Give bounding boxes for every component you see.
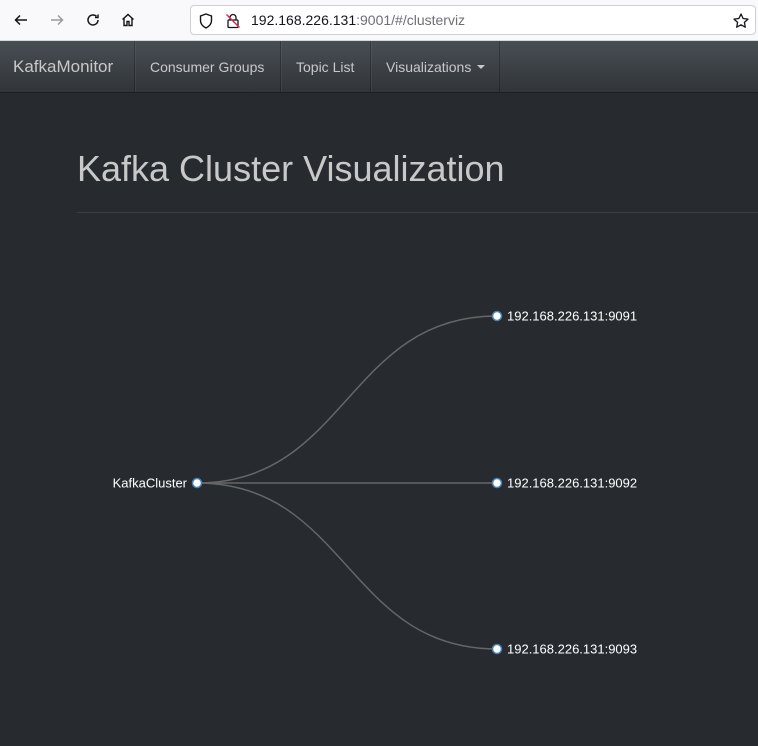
root-node-circle[interactable] <box>191 477 203 489</box>
url-path: :9001/#/clusterviz <box>356 12 466 28</box>
url-text[interactable]: 192.168.226.131:9001/#/clusterviz <box>251 12 465 28</box>
tree-node-broker-3[interactable]: 192.168.226.131:9093 <box>491 642 638 657</box>
nav-topic-list-label: Topic List <box>296 58 355 75</box>
back-button[interactable] <box>7 6 35 34</box>
nav-consumer-groups[interactable]: Consumer Groups <box>134 41 280 92</box>
broker-node-circle[interactable] <box>491 477 503 489</box>
home-button[interactable] <box>114 6 142 34</box>
reload-icon <box>87 14 99 26</box>
insecure-lock-icon[interactable] <box>224 12 242 30</box>
broker-node-circle[interactable] <box>491 310 503 322</box>
reload-button[interactable] <box>79 6 107 34</box>
tree-node-broker-2[interactable]: 192.168.226.131:9092 <box>491 476 638 491</box>
brand-logo[interactable]: KafkaMonitor <box>13 57 113 77</box>
nav-topic-list[interactable]: Topic List <box>280 41 370 92</box>
star-icon[interactable] <box>732 12 750 30</box>
app-navbar: KafkaMonitor Consumer Groups Topic List … <box>0 41 758 93</box>
broker-node-circle[interactable] <box>491 643 503 655</box>
home-icon <box>122 13 134 27</box>
tree-node-root[interactable]: KafkaCluster <box>113 476 203 491</box>
broker-node-label: 192.168.226.131:9091 <box>507 309 637 324</box>
broker-node-label: 192.168.226.131:9092 <box>507 476 637 491</box>
broker-node-label: 192.168.226.131:9093 <box>507 642 637 657</box>
caret-down-icon <box>477 64 486 69</box>
nav-visualizations-dropdown[interactable]: Visualizations <box>370 41 500 92</box>
browser-toolbar: 192.168.226.131:9001/#/clusterviz <box>0 0 758 41</box>
tree-link-3 <box>196 482 498 650</box>
tree-node-broker-1[interactable]: 192.168.226.131:9091 <box>491 309 638 324</box>
nav-consumer-groups-label: Consumer Groups <box>150 58 265 75</box>
arrow-right-icon <box>51 14 64 26</box>
address-bar[interactable]: 192.168.226.131:9001/#/clusterviz <box>190 5 756 35</box>
root-node-label: KafkaCluster <box>113 476 188 491</box>
tree-link-1 <box>196 315 498 484</box>
url-host: 192.168.226.131 <box>251 12 357 28</box>
cluster-tree-diagram: KafkaCluster 192.168.226.131:9091 192.16… <box>113 309 638 657</box>
arrow-left-icon <box>14 14 27 26</box>
forward-button[interactable] <box>43 6 71 34</box>
nav-visualizations-label: Visualizations <box>386 58 472 75</box>
shield-icon[interactable] <box>197 12 215 30</box>
